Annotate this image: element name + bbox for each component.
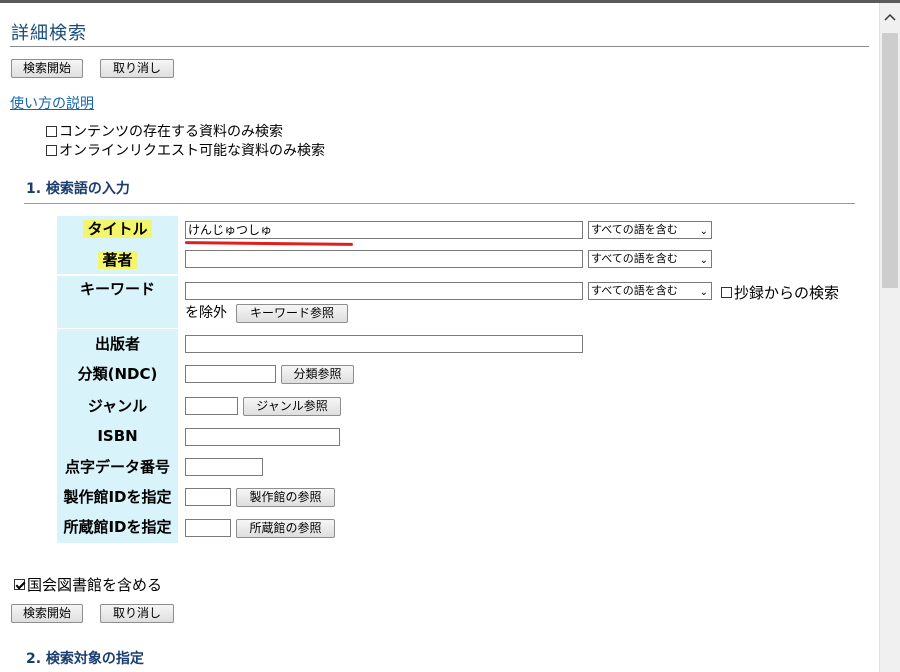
option-content-only[interactable]: コンテンツの存在する資料のみ検索	[46, 121, 283, 141]
help-link[interactable]: 使い方の説明	[10, 93, 94, 113]
content-only-label: コンテンツの存在する資料のみ検索	[59, 124, 283, 140]
label-author: 著者	[57, 246, 178, 274]
holder-reference-button[interactable]: 所蔵館の参照	[236, 519, 335, 538]
title-match-select[interactable]: すべての語を含む ⌄	[588, 221, 712, 239]
red-underline-annotation	[184, 241, 354, 246]
exclude-abstract-option[interactable]: 抄録からの検索	[721, 282, 839, 303]
search-start-button-top[interactable]: 検索開始	[11, 59, 83, 78]
label-producer-id: 製作館IDを指定	[57, 483, 178, 513]
genre-reference-button[interactable]: ジャンル参照	[243, 397, 341, 416]
chevron-down-icon: ⌄	[699, 255, 708, 266]
producer-reference-button[interactable]: 製作館の参照	[236, 488, 335, 507]
cancel-button-bottom[interactable]: 取り消し	[100, 604, 174, 623]
title-divider	[10, 46, 869, 47]
page-content: 詳細検索 検索開始 取り消し 使い方の説明 コンテンツの存在する資料のみ検索 オ…	[0, 3, 879, 672]
section-search-terms: 1. 検索語の入力	[26, 181, 130, 197]
online-request-only-checkbox[interactable]	[46, 144, 57, 156]
chevron-down-icon: ⌄	[699, 226, 708, 237]
include-ndl-checkbox[interactable]	[14, 579, 25, 590]
label-publisher: 出版者	[57, 329, 178, 359]
label-title: タイトル	[57, 216, 178, 246]
include-ndl-option[interactable]: 国会図書館を含める	[14, 574, 162, 595]
scroll-up-button[interactable]	[880, 3, 900, 31]
content-only-checkbox[interactable]	[46, 125, 57, 137]
online-request-only-label: オンラインリクエスト可能な資料のみ検索	[59, 143, 325, 159]
scrollbar-thumb[interactable]	[882, 33, 898, 288]
exclude-abstract-checkbox[interactable]	[721, 287, 732, 298]
label-holder-id: 所蔵館IDを指定	[57, 513, 178, 543]
author-match-select[interactable]: すべての語を含む ⌄	[588, 250, 712, 268]
title-input[interactable]: けんじゅつしゅ	[185, 221, 583, 239]
option-online-request-only[interactable]: オンラインリクエスト可能な資料のみ検索	[46, 140, 325, 160]
keyword-reference-button[interactable]: キーワード参照	[236, 304, 348, 323]
section-divider	[24, 203, 855, 204]
genre-input[interactable]	[185, 397, 238, 415]
label-ndc: 分類(NDC)	[57, 359, 178, 389]
holder-id-input[interactable]	[185, 519, 231, 537]
cancel-button-top[interactable]: 取り消し	[100, 59, 174, 78]
isbn-input[interactable]	[185, 428, 340, 446]
vertical-scrollbar[interactable]	[879, 3, 900, 672]
author-input[interactable]	[185, 250, 583, 268]
section-search-target: 2. 検索対象の指定	[26, 651, 144, 667]
exclude-suffix-text: を除外	[185, 305, 227, 321]
producer-id-input[interactable]	[185, 488, 231, 506]
ndc-input[interactable]	[185, 365, 276, 383]
keyword-match-select[interactable]: すべての語を含む ⌄	[588, 282, 712, 300]
ndc-reference-button[interactable]: 分類参照	[281, 365, 354, 384]
publisher-input[interactable]	[185, 335, 583, 353]
label-isbn: ISBN	[57, 423, 178, 453]
page-title: 詳細検索	[11, 23, 87, 44]
label-genre: ジャンル	[57, 389, 178, 423]
label-keyword: キーワード	[57, 276, 178, 328]
chevron-down-icon: ⌄	[699, 287, 708, 298]
search-start-button-bottom[interactable]: 検索開始	[11, 604, 83, 623]
braille-number-input[interactable]	[185, 458, 263, 476]
label-braille-number: 点字データ番号	[57, 453, 178, 483]
chevron-up-icon	[884, 13, 896, 21]
keyword-input[interactable]	[185, 282, 583, 300]
